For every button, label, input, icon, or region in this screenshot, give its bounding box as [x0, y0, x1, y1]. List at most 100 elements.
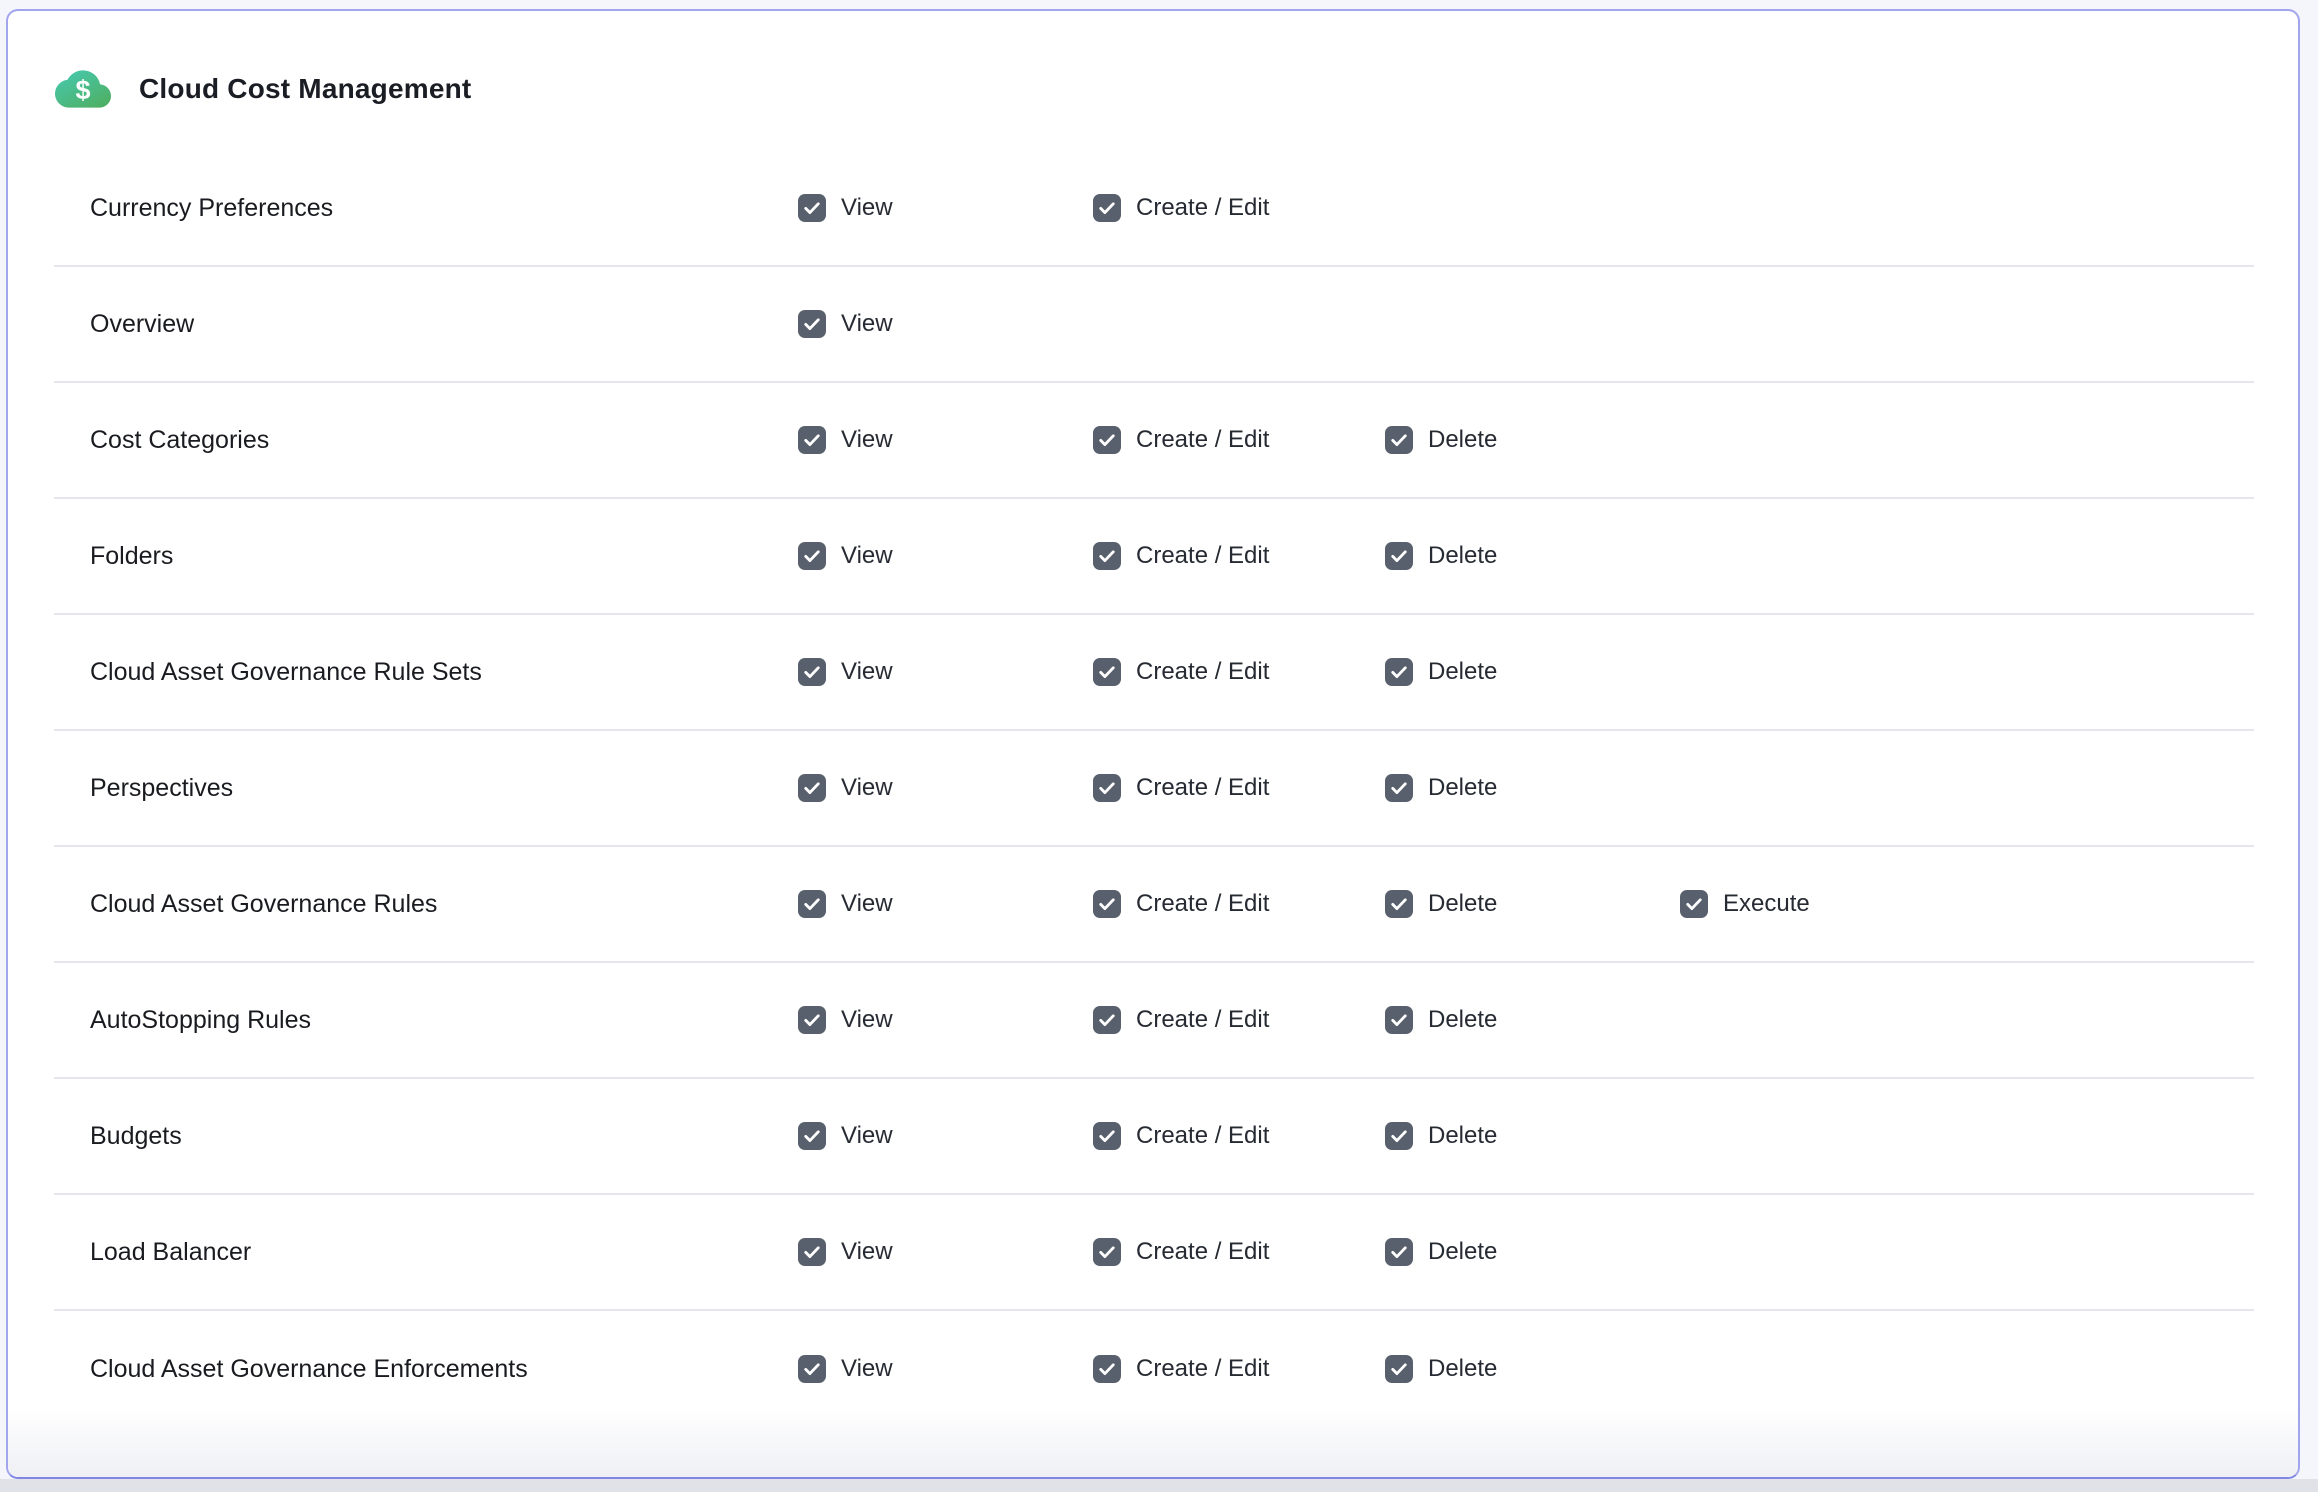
delete-checkbox-label: Delete: [1428, 774, 1497, 802]
checkbox-checked[interactable]: [1093, 774, 1121, 802]
execute-cell: [1680, 1238, 2254, 1266]
view-checkbox[interactable]: View: [798, 542, 893, 570]
check-icon: [802, 894, 822, 914]
checkbox-checked[interactable]: [798, 1122, 826, 1150]
delete-checkbox[interactable]: Delete: [1385, 658, 1497, 686]
delete-checkbox-label: Delete: [1428, 1355, 1497, 1383]
checkbox-checked[interactable]: [1093, 1238, 1121, 1266]
view-checkbox[interactable]: View: [798, 426, 893, 454]
check-icon: [802, 430, 822, 450]
check-icon: [802, 1126, 822, 1146]
checkbox-checked[interactable]: [1093, 194, 1121, 222]
checkbox-checked[interactable]: [1385, 1355, 1413, 1383]
create-edit-checkbox[interactable]: Create / Edit: [1093, 1006, 1269, 1034]
create-edit-checkbox[interactable]: Create / Edit: [1093, 542, 1269, 570]
create-edit-checkbox[interactable]: Create / Edit: [1093, 1238, 1269, 1266]
checkbox-checked[interactable]: [1385, 1238, 1413, 1266]
delete-checkbox[interactable]: Delete: [1385, 426, 1497, 454]
create-edit-checkbox[interactable]: Create / Edit: [1093, 1355, 1269, 1383]
checkbox-checked[interactable]: [798, 194, 826, 222]
create-edit-checkbox[interactable]: Create / Edit: [1093, 194, 1269, 222]
checkbox-checked[interactable]: [1093, 426, 1121, 454]
view-checkbox[interactable]: View: [798, 1122, 893, 1150]
delete-checkbox[interactable]: Delete: [1385, 890, 1497, 918]
checkbox-checked[interactable]: [798, 1355, 826, 1383]
delete-checkbox[interactable]: Delete: [1385, 542, 1497, 570]
create-edit-cell: Create / Edit: [1093, 194, 1385, 223]
checkbox-checked[interactable]: [798, 1238, 826, 1266]
checkbox-checked[interactable]: [1385, 774, 1413, 802]
row-autostopping-rules: AutoStopping Rules View Create / Edit: [54, 963, 2254, 1079]
view-cell: View: [798, 774, 1093, 803]
check-icon: [1389, 778, 1409, 798]
checkbox-checked[interactable]: [1680, 890, 1708, 918]
create-edit-checkbox-label: Create / Edit: [1136, 774, 1269, 802]
permissions-table: Currency Preferences View Create / Edit: [8, 151, 2298, 1427]
row-perspectives: Perspectives View Create / Edit: [54, 731, 2254, 847]
view-cell: View: [798, 1006, 1093, 1035]
checkbox-checked[interactable]: [1093, 1355, 1121, 1383]
view-checkbox[interactable]: View: [798, 310, 893, 338]
permissions-card: $ Cloud Cost Management Currency Prefere…: [6, 9, 2300, 1479]
delete-checkbox[interactable]: Delete: [1385, 1006, 1497, 1034]
view-cell: View: [798, 1355, 1093, 1384]
checkbox-checked[interactable]: [1385, 426, 1413, 454]
checkbox-checked[interactable]: [1093, 1006, 1121, 1034]
checkbox-checked[interactable]: [798, 542, 826, 570]
checkbox-checked[interactable]: [1093, 1122, 1121, 1150]
create-edit-checkbox[interactable]: Create / Edit: [1093, 1122, 1269, 1150]
view-checkbox-label: View: [841, 426, 893, 454]
view-checkbox[interactable]: View: [798, 1355, 893, 1383]
create-edit-checkbox[interactable]: Create / Edit: [1093, 426, 1269, 454]
delete-cell: Delete: [1385, 426, 1680, 455]
view-checkbox[interactable]: View: [798, 890, 893, 918]
checkbox-checked[interactable]: [1385, 890, 1413, 918]
row-cloud-asset-governance-enforcements: Cloud Asset Governance Enforcements View…: [54, 1311, 2254, 1427]
delete-checkbox-label: Delete: [1428, 542, 1497, 570]
row-cloud-asset-governance-rule-sets: Cloud Asset Governance Rule Sets View Cr…: [54, 615, 2254, 731]
checkbox-checked[interactable]: [798, 310, 826, 338]
checkbox-checked[interactable]: [798, 658, 826, 686]
execute-checkbox[interactable]: Execute: [1680, 890, 1810, 918]
row-load-balancer: Load Balancer View Create / Edit: [54, 1195, 2254, 1311]
resource-name: Budgets: [90, 1122, 798, 1151]
delete-cell: Delete: [1385, 658, 1680, 687]
checkbox-checked[interactable]: [1385, 1122, 1413, 1150]
check-icon: [1389, 1126, 1409, 1146]
checkbox-checked[interactable]: [1385, 542, 1413, 570]
create-edit-checkbox[interactable]: Create / Edit: [1093, 774, 1269, 802]
checkbox-checked[interactable]: [1093, 890, 1121, 918]
checkbox-checked[interactable]: [798, 426, 826, 454]
check-icon: [1097, 662, 1117, 682]
view-checkbox[interactable]: View: [798, 774, 893, 802]
delete-checkbox[interactable]: Delete: [1385, 1122, 1497, 1150]
checkbox-checked[interactable]: [798, 890, 826, 918]
checkbox-checked[interactable]: [798, 1006, 826, 1034]
view-cell: View: [798, 1238, 1093, 1267]
view-checkbox[interactable]: View: [798, 1006, 893, 1034]
resource-name: Overview: [90, 310, 798, 339]
check-icon: [1097, 1010, 1117, 1030]
checkbox-checked[interactable]: [1385, 658, 1413, 686]
view-checkbox-label: View: [841, 774, 893, 802]
check-icon: [1389, 546, 1409, 566]
create-edit-cell: Create / Edit: [1093, 774, 1385, 803]
create-edit-checkbox-label: Create / Edit: [1136, 194, 1269, 222]
delete-checkbox-label: Delete: [1428, 890, 1497, 918]
check-icon: [1097, 546, 1117, 566]
view-checkbox[interactable]: View: [798, 658, 893, 686]
create-edit-checkbox[interactable]: Create / Edit: [1093, 890, 1269, 918]
view-checkbox[interactable]: View: [798, 1238, 893, 1266]
delete-checkbox[interactable]: Delete: [1385, 774, 1497, 802]
checkbox-checked[interactable]: [798, 774, 826, 802]
module-header: $ Cloud Cost Management: [8, 11, 2298, 111]
row-cost-categories: Cost Categories View Create / Edit: [54, 383, 2254, 499]
checkbox-checked[interactable]: [1385, 1006, 1413, 1034]
create-edit-checkbox-label: Create / Edit: [1136, 1122, 1269, 1150]
checkbox-checked[interactable]: [1093, 542, 1121, 570]
view-checkbox[interactable]: View: [798, 194, 893, 222]
delete-checkbox[interactable]: Delete: [1385, 1238, 1497, 1266]
create-edit-checkbox[interactable]: Create / Edit: [1093, 658, 1269, 686]
checkbox-checked[interactable]: [1093, 658, 1121, 686]
delete-checkbox[interactable]: Delete: [1385, 1355, 1497, 1383]
